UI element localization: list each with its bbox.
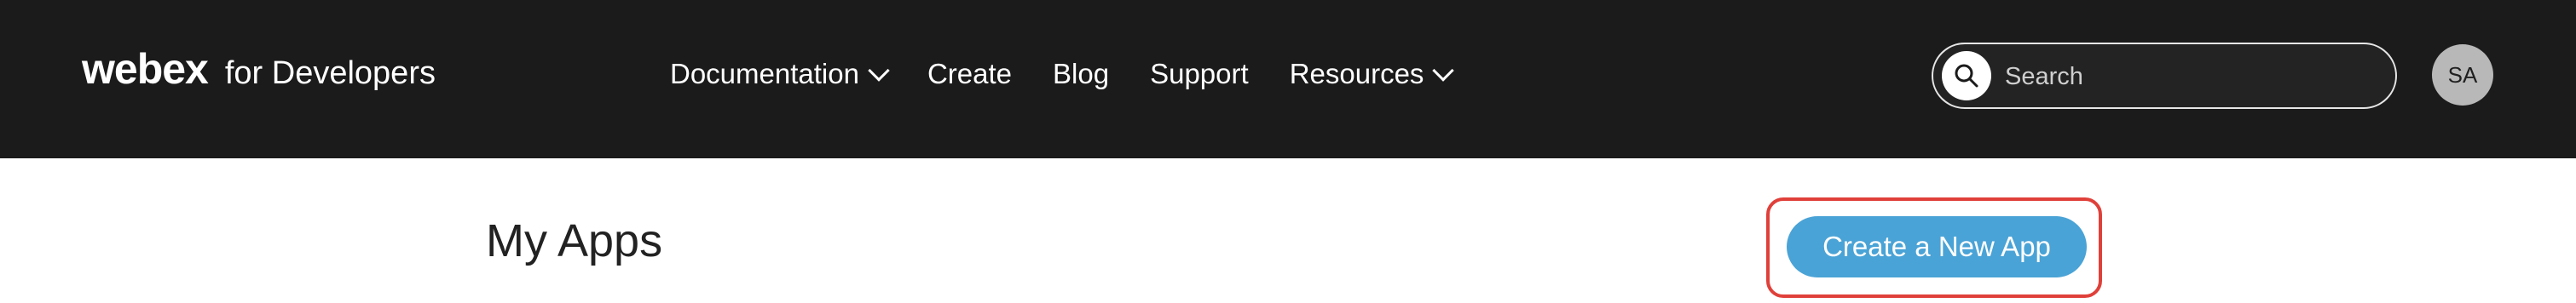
nav-item-label: Resources xyxy=(1289,58,1424,89)
search-input[interactable] xyxy=(2003,54,2382,99)
nav-item-create[interactable]: Create xyxy=(927,58,1012,90)
brand-subtitle: for Developers xyxy=(224,55,436,91)
nav-item-blog[interactable]: Blog xyxy=(1053,58,1109,90)
chevron-down-icon xyxy=(1432,60,1455,82)
search-box xyxy=(1932,43,2397,109)
nav-item-label: Documentation xyxy=(670,58,859,89)
main-nav: Documentation Create Blog Support Resour… xyxy=(670,58,1492,90)
search-icon[interactable] xyxy=(1942,51,1991,100)
brand-logo-link[interactable]: webex for Developers xyxy=(82,44,436,94)
nav-item-label: Blog xyxy=(1053,58,1110,89)
nav-item-label: Create xyxy=(927,58,1013,89)
nav-item-label: Support xyxy=(1150,58,1249,89)
brand-logo: webex xyxy=(82,45,209,93)
avatar[interactable]: SA xyxy=(2432,44,2493,106)
chevron-down-icon xyxy=(868,60,890,82)
avatar-initials: SA xyxy=(2447,61,2478,88)
page-title: My Apps xyxy=(486,215,663,266)
nav-item-resources[interactable]: Resources xyxy=(1289,58,1455,90)
create-new-app-button[interactable]: Create a New App xyxy=(1787,216,2087,277)
nav-item-documentation[interactable]: Documentation xyxy=(670,58,890,90)
top-navigation-bar: webex for Developers Documentation Creat… xyxy=(0,0,2576,158)
nav-item-support[interactable]: Support xyxy=(1150,58,1249,90)
